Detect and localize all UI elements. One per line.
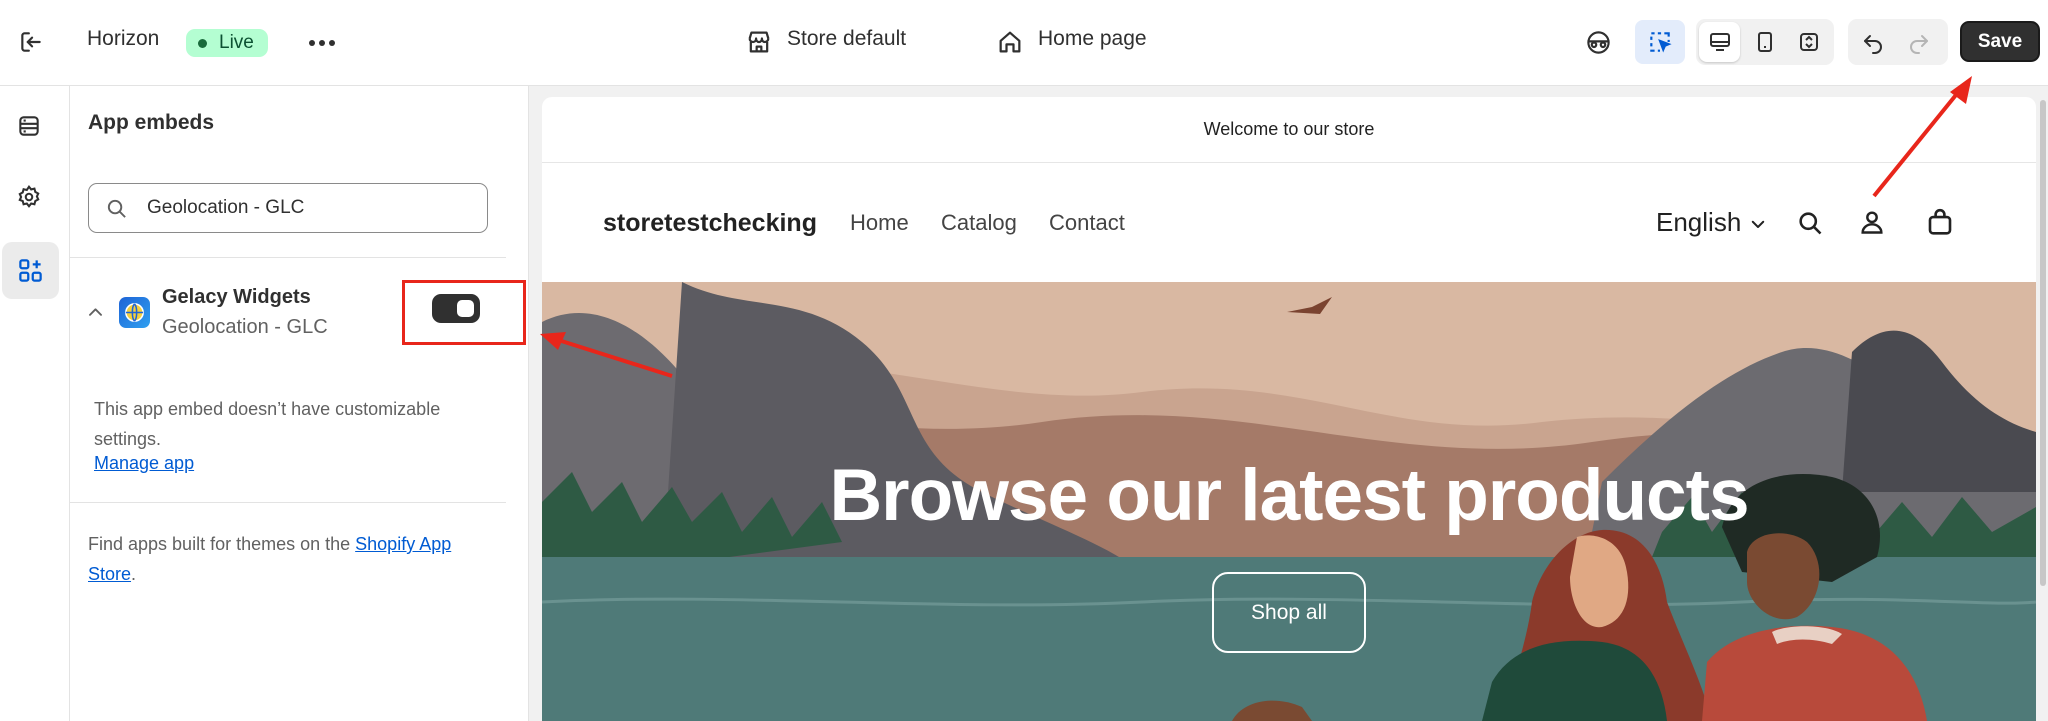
annotation-arrows (540, 76, 1972, 378)
